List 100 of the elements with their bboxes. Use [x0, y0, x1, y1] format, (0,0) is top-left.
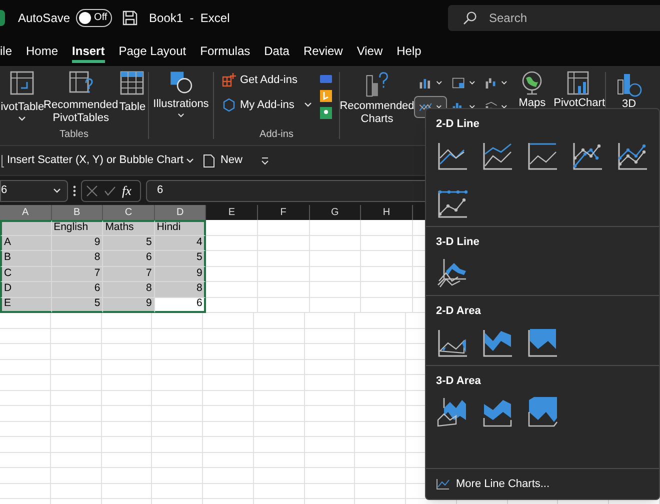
insert-function-button[interactable]: fx	[122, 180, 132, 200]
line-chart-icon	[436, 478, 450, 490]
column-header[interactable]: E	[206, 205, 258, 220]
menu-tab[interactable]: Data	[264, 39, 290, 63]
table-cell[interactable]: 9	[52, 236, 104, 251]
pivot-chart-button[interactable]: PivotChart	[554, 70, 605, 110]
table-cell[interactable]: 5	[154, 251, 206, 266]
section-heading: 3-D Line	[436, 234, 480, 250]
menu-tab[interactable]: Review	[303, 39, 343, 63]
section-heading: 2-D Line	[436, 117, 480, 132]
table-cell[interactable]: A	[0, 236, 52, 251]
excel-logo-icon	[0, 10, 5, 26]
section-heading: 2-D Area	[436, 304, 482, 319]
table-cell[interactable]: 7	[52, 266, 104, 282]
menu-tab[interactable]: Home	[26, 39, 58, 63]
column-header[interactable]: H	[361, 205, 413, 220]
menu-tab[interactable]: Formulas	[200, 39, 250, 63]
table-button[interactable]: Table	[116, 70, 148, 127]
table-cell[interactable]: B	[0, 251, 52, 266]
table-cell[interactable]: English	[52, 220, 104, 236]
customize-toolbar-icon[interactable]	[260, 156, 268, 164]
column-header[interactable]: C	[103, 205, 155, 220]
get-add-ins-button[interactable]: Get Add-ins	[222, 72, 312, 88]
table-cell[interactable]: 8	[103, 282, 155, 298]
chevron-down-icon	[186, 158, 194, 164]
chevron-down-icon	[468, 104, 475, 110]
name-box[interactable]: 6	[0, 180, 68, 202]
column-header[interactable]: D	[154, 205, 206, 220]
menu-tab[interactable]: Insert	[72, 39, 105, 63]
section-heading: 3-D Area	[436, 374, 482, 388]
column-header[interactable]: F	[258, 205, 310, 220]
menu-tab[interactable]: ile	[0, 39, 12, 63]
table-cell[interactable]: 4	[154, 236, 206, 251]
column-chart-icon	[419, 76, 432, 90]
autosave-label: AutoSave	[18, 10, 70, 27]
table-cell[interactable]: 6	[103, 251, 155, 266]
pivot-table-question-icon	[68, 70, 94, 96]
search-icon	[463, 11, 477, 25]
table-icon	[120, 70, 144, 96]
menu-tab[interactable]: Help	[396, 39, 422, 63]
more-options-icon[interactable]	[73, 184, 76, 196]
menu-tab[interactable]: View	[356, 39, 383, 63]
waterfall-chart-icon	[484, 76, 498, 90]
table-cell[interactable]: 9	[154, 266, 206, 282]
chevron-down-icon	[501, 80, 508, 86]
autosave-toggle[interactable]: Off	[76, 9, 112, 27]
new-button[interactable]: New	[203, 152, 242, 169]
table-cell[interactable]: 8	[52, 251, 104, 266]
insert-scatter-chart-button[interactable]: Insert Scatter (X, Y) or Bubble Chart	[0, 152, 194, 169]
menu-tab[interactable]: Page Layout	[118, 39, 186, 63]
search-input[interactable]: Search	[489, 9, 629, 27]
bing-icon[interactable]	[320, 90, 332, 102]
toggle-knob	[79, 12, 92, 24]
group-label: Tables	[58, 128, 90, 142]
table-cell[interactable]: D	[0, 282, 52, 298]
window-title: Book1 - Excel	[149, 10, 230, 27]
my-add-ins-button[interactable]: My Add-ins	[222, 96, 312, 113]
visio-icon[interactable]	[320, 73, 332, 85]
hexagon-icon	[222, 98, 236, 112]
chevron-down-icon	[176, 112, 185, 118]
illustrations-button[interactable]: Illustrations	[153, 70, 209, 118]
column-header[interactable]: A	[0, 205, 52, 220]
chart-question-icon	[364, 70, 390, 98]
table-cell[interactable]: C	[0, 266, 52, 282]
pivot-table-button[interactable]: ivotTable	[0, 70, 45, 127]
table-cell[interactable]	[0, 220, 52, 236]
more-line-charts-link[interactable]: More Line Charts...	[436, 476, 550, 492]
column-header[interactable]: G	[310, 205, 362, 220]
recommended-charts-button[interactable]: Recommended Charts	[340, 70, 414, 126]
search-field[interactable]: Search	[448, 5, 660, 31]
people-graph-icon[interactable]	[320, 107, 332, 119]
group-label: Add-ins	[258, 128, 294, 142]
chevron-down-icon	[501, 104, 508, 110]
chevron-down-icon	[304, 102, 312, 108]
grid-plus-icon	[222, 73, 236, 88]
table-cell[interactable]: 6	[52, 282, 104, 298]
3d-map-button[interactable]: 3D	[614, 66, 644, 114]
3d-full-area-chart-icon[interactable]	[526, 396, 560, 428]
cancel-icon[interactable]	[86, 184, 98, 196]
line-chart-icon[interactable]	[436, 188, 470, 220]
table-cell[interactable]: 6	[154, 298, 206, 313]
table-cell[interactable]: Hindi	[154, 220, 206, 236]
table-cell[interactable]: Maths	[103, 220, 155, 236]
table-cell[interactable]: 5	[103, 236, 155, 251]
column-header[interactable]: B	[52, 205, 104, 220]
globe-icon	[520, 70, 544, 96]
treemap-chart-icon	[452, 76, 465, 90]
save-icon[interactable]	[122, 10, 138, 26]
check-icon[interactable]	[104, 184, 116, 196]
table-cell[interactable]: E	[0, 298, 52, 313]
table-cell[interactable]: 7	[103, 266, 155, 282]
table-cell[interactable]: 8	[154, 282, 206, 298]
table-cell[interactable]: 9	[103, 298, 155, 313]
line-chart-icon[interactable]	[526, 326, 560, 358]
chevron-down-icon	[18, 116, 26, 122]
pivot-table-icon	[9, 70, 36, 96]
chevron-down-icon	[53, 188, 61, 194]
table-cell[interactable]: 5	[52, 298, 104, 313]
recommended-pivot-tables-button[interactable]: Recommended PivotTables	[46, 70, 115, 127]
chevron-down-icon	[468, 80, 475, 86]
